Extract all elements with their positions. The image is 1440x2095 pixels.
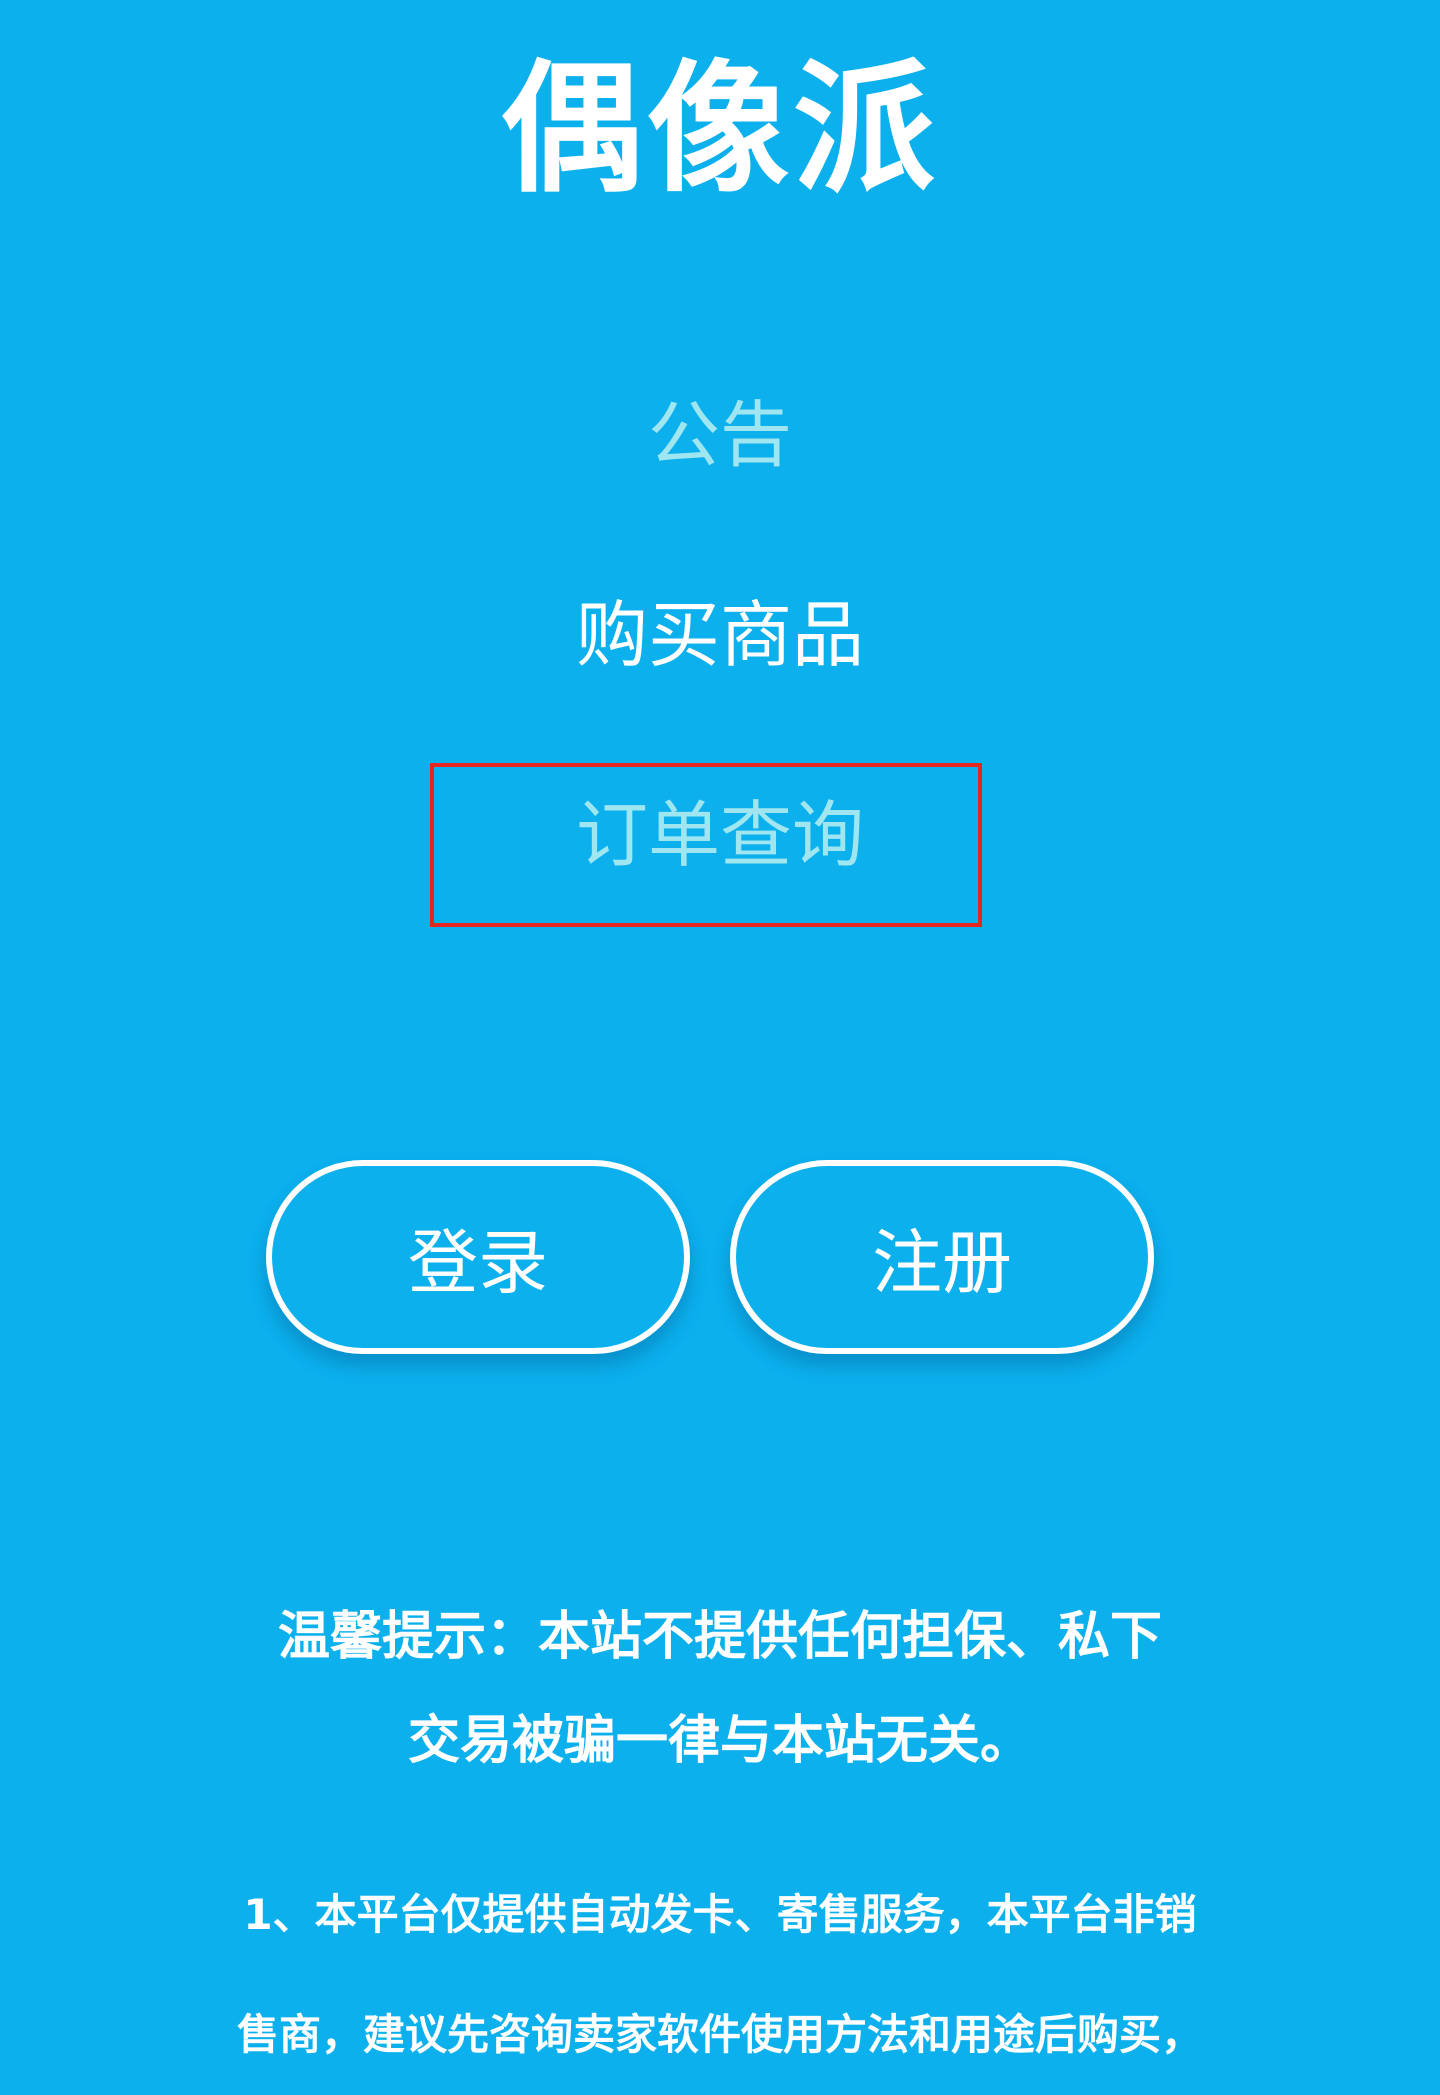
order-query-highlight-box bbox=[430, 763, 982, 927]
platform-rules-line-2: 售商，建议先咨询卖家软件使用方法和用途后购买， bbox=[236, 2010, 1203, 2059]
nav-link-notice[interactable]: 公告 bbox=[0, 385, 1440, 485]
register-button[interactable]: 注册 bbox=[730, 1160, 1154, 1354]
site-title: 偶像派 bbox=[501, 47, 939, 212]
login-button-label: 登录 bbox=[408, 1221, 548, 1304]
platform-rules-line-1: 1、本平台仅提供自动发卡、寄售服务，本平台非销 bbox=[243, 1890, 1197, 1939]
nav-link-buy-products[interactable]: 购买商品 bbox=[0, 585, 1440, 685]
warning-notice-line-1: 温馨提示：本站不提供任何担保、私下 bbox=[277, 1607, 1162, 1667]
page: 偶像派 公告 购买商品 订单查询 登录 注册 温馨提示：本站不提供任何担保、私下… bbox=[0, 0, 1440, 2071]
platform-rules: 1、本平台仅提供自动发卡、寄售服务，本平台非销 售商，建议先咨询卖家软件使用方法… bbox=[150, 1855, 1290, 2095]
login-button[interactable]: 登录 bbox=[266, 1160, 690, 1354]
register-button-label: 注册 bbox=[872, 1221, 1012, 1304]
warning-notice: 温馨提示：本站不提供任何担保、私下 交易被骗一律与本站无关。 bbox=[150, 1585, 1290, 1793]
warning-notice-line-2: 交易被骗一律与本站无关。 bbox=[407, 1711, 1032, 1771]
